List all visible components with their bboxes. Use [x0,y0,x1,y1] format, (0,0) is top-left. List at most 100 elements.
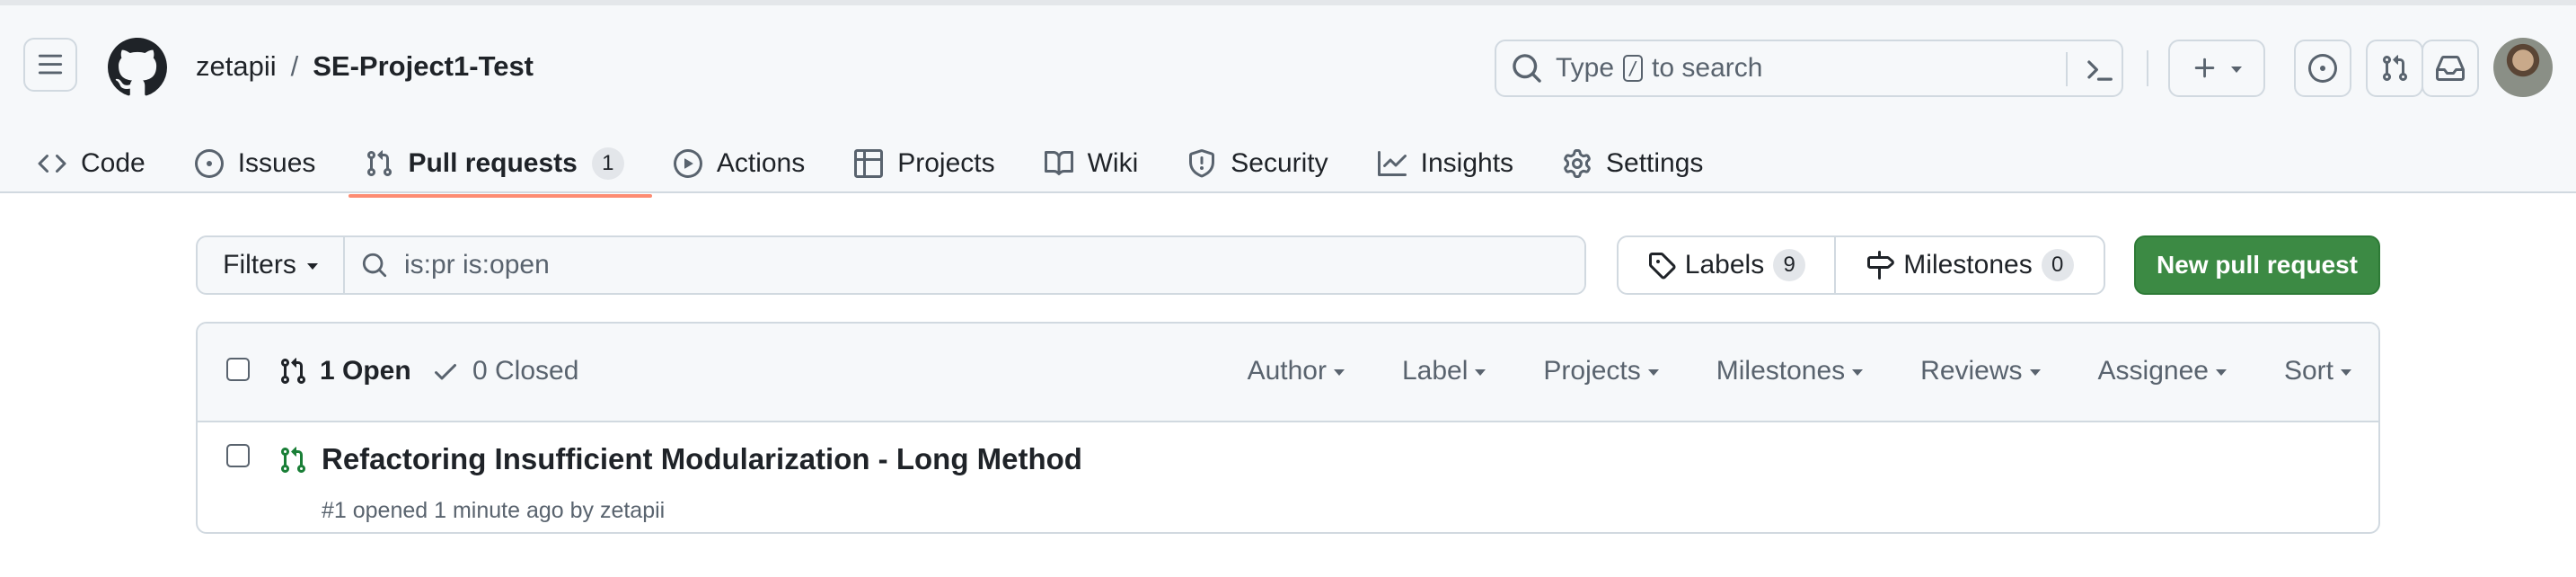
tab-issues-label: Issues [237,148,316,178]
tab-code[interactable]: Code [34,131,161,196]
reviews-filter-label: Reviews [1920,356,2023,386]
labels-milestones-group: Labels 9 Milestones 0 [1617,235,2105,295]
closed-count-label: 0 Closed [472,356,579,386]
tab-settings[interactable]: Settings [1559,131,1718,196]
issue-opened-icon [194,149,224,178]
search-placeholder: Type / to search [1556,53,1762,84]
create-new-button[interactable] [2168,40,2265,97]
new-pull-request-button[interactable]: New pull request [2134,235,2380,295]
tab-issues[interactable]: Issues [191,131,331,196]
search-shortcut-key: / [1623,55,1644,82]
search-suffix: to search [1652,53,1763,83]
milestones-label: Milestones [1903,250,2033,280]
git-pull-request-icon [2382,55,2408,82]
filters-dropdown-button[interactable]: Filters [198,237,345,293]
tab-actions-label: Actions [716,148,806,178]
tab-projects[interactable]: Projects [851,131,1010,196]
graph-icon [1377,151,1407,176]
filter-query: is:pr is:open [404,250,550,280]
pull-requests-counter: 1 [591,147,624,180]
label-filter-label: Label [1401,356,1469,386]
labels-button[interactable]: Labels 9 [1619,237,1836,293]
open-filter-link[interactable]: 1 Open [278,356,411,386]
pull-request-title-link[interactable]: Refactoring Insufficient Modularization … [322,442,1082,476]
list-header: 1 Open 0 Closed Author Label Projects Mi… [198,324,2378,422]
tab-insights-label: Insights [1420,148,1514,178]
search-icon [1513,54,1541,83]
chevron-down-icon [1475,369,1486,376]
repo-name-link[interactable]: SE-Project1-Test [313,50,534,83]
avatar[interactable] [2493,38,2553,97]
gear-icon [1564,149,1591,178]
milestone-icon [1867,251,1895,280]
check-icon [435,364,456,380]
milestones-filter-dropdown[interactable]: Milestones [1716,356,1864,386]
filter-menus: Author Label Projects Milestones Reviews… [1248,356,2351,386]
labels-counter: 9 [1773,249,1806,281]
projects-filter-label: Projects [1543,356,1641,386]
git-pull-request-icon [280,358,306,385]
search-prefix: Type [1556,53,1615,83]
chevron-down-icon [306,263,318,270]
chevron-down-icon [2215,369,2227,376]
play-icon [673,149,702,178]
sort-label: Sort [2283,356,2333,386]
tab-settings-label: Settings [1606,148,1704,178]
issue-opened-icon [2308,54,2337,83]
labels-label: Labels [1684,250,1765,280]
shield-icon [1189,149,1215,178]
chevron-down-icon [1333,369,1345,376]
search-input[interactable]: Type / to search [1495,40,2123,97]
tab-insights[interactable]: Insights [1374,131,1529,196]
row-checkbox[interactable] [226,444,250,467]
plus-icon [2194,58,2215,78]
global-header: zetapii / SE-Project1-Test Type / to sea… [0,0,2576,198]
inbox-icon [2436,56,2465,81]
pull-request-meta: #1 opened 1 minute ago by zetapii [322,498,666,523]
author-filter-dropdown[interactable]: Author [1248,356,1345,386]
hamburger-icon [38,54,63,75]
inbox-button[interactable] [2422,40,2479,97]
chevron-down-icon [1647,369,1659,376]
search-icon [362,253,387,278]
command-palette-icon[interactable] [2084,55,2114,85]
assignee-filter-label: Assignee [2097,356,2209,386]
tab-actions[interactable]: Actions [670,131,820,196]
pull-request-list: 1 Open 0 Closed Author Label Projects Mi… [196,322,2380,534]
menu-button[interactable] [23,38,77,92]
filter-search-input[interactable]: is:pr is:open [345,237,1584,293]
git-pull-request-icon [367,150,393,177]
repo-owner-link[interactable]: zetapii [196,50,277,83]
breadcrumb-separator: / [290,50,299,82]
projects-filter-dropdown[interactable]: Projects [1543,356,1659,386]
closed-filter-link[interactable]: 0 Closed [431,356,578,386]
filter-bar: Filters is:pr is:open [196,235,1586,295]
issues-button[interactable] [2294,40,2351,97]
tab-security[interactable]: Security [1184,131,1343,196]
git-pull-request-icon [280,447,306,474]
label-filter-dropdown[interactable]: Label [1402,356,1486,386]
milestones-counter: 0 [2041,249,2074,281]
tab-wiki[interactable]: Wiki [1041,131,1154,196]
assignee-filter-dropdown[interactable]: Assignee [2098,356,2227,386]
select-all-checkbox[interactable] [226,358,250,381]
open-count-label: 1 Open [320,356,411,386]
filters-label: Filters [223,250,296,280]
header-divider [2147,50,2148,86]
milestones-button[interactable]: Milestones 0 [1836,237,2104,293]
pull-requests-button[interactable] [2366,40,2423,97]
search-divider [2066,52,2068,86]
repo-tabs: Code Issues Pull requests 1 Actions Proj… [34,131,1749,198]
sort-dropdown[interactable]: Sort [2284,356,2351,386]
table-icon [854,149,884,178]
tab-pull-requests[interactable]: Pull requests 1 [348,131,653,198]
tab-pull-requests-label: Pull requests [408,148,578,178]
github-logo-icon[interactable] [108,38,167,97]
reviews-filter-dropdown[interactable]: Reviews [1920,356,2041,386]
tag-icon [1648,253,1676,280]
list-item: Refactoring Insufficient Modularization … [198,422,2378,532]
tab-code-label: Code [81,148,146,178]
chevron-down-icon [1852,369,1864,376]
book-icon [1044,150,1073,175]
author-filter-label: Author [1247,356,1327,386]
